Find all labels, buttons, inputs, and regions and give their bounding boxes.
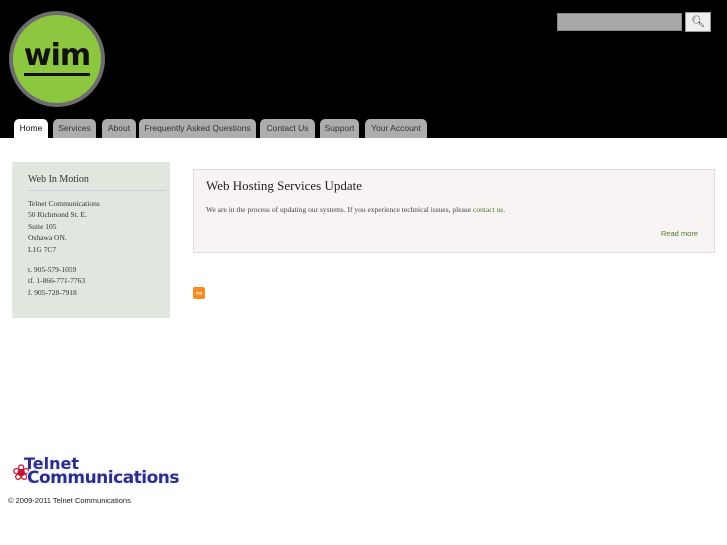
address: Telnet Communications 50 Richmond St. E.… xyxy=(28,198,100,298)
tab-contact-us[interactable]: Contact Us xyxy=(260,119,315,138)
tab-support[interactable]: Support xyxy=(320,119,359,138)
address-line: Oshawa ON. xyxy=(28,233,67,243)
fax-line: f. 905-728-7918 xyxy=(28,287,77,297)
divider xyxy=(28,190,166,191)
logo-line2: Communications xyxy=(27,468,180,488)
address-line: Suite 105 xyxy=(28,221,57,231)
article-body: We are in the process of updating our sy… xyxy=(206,205,505,214)
address-line: L1G 7C7 xyxy=(28,244,57,254)
tollfree-line: tf. 1-866-771-7763 xyxy=(28,276,86,286)
copyright: © 2009-2011 Telnet Communications xyxy=(8,496,131,505)
read-more-link[interactable]: Read more xyxy=(661,229,698,238)
search-icon: 🔍︎ xyxy=(691,16,705,28)
body-text: We are in the process of updating our sy… xyxy=(206,205,474,214)
tab-faq[interactable]: Frequently Asked Questions xyxy=(139,119,256,138)
body-punct: . xyxy=(503,205,506,214)
address-line: Telnet Communications xyxy=(28,199,100,208)
search-button[interactable]: 🔍︎ xyxy=(685,12,711,32)
header: wim 🔍︎ Home Services About Frequently As… xyxy=(0,0,727,138)
address-line: 50 Richmond St. E. xyxy=(28,210,87,220)
wim-logo[interactable]: wim xyxy=(9,11,105,107)
article-title: Web Hosting Services Update xyxy=(206,178,362,193)
news-article: Web Hosting Services Update We are in th… xyxy=(193,169,715,253)
rss-feed-icon[interactable]: ∾ xyxy=(193,287,205,299)
tab-services[interactable]: Services xyxy=(53,119,96,138)
tab-home[interactable]: Home xyxy=(14,119,48,138)
telnet-communications-logo: ❀ Telnet Communications xyxy=(10,452,200,492)
tab-about[interactable]: About xyxy=(102,119,136,138)
tab-your-account[interactable]: Your Account xyxy=(365,119,427,138)
logo-text: wim xyxy=(23,38,91,73)
search-input[interactable] xyxy=(557,13,682,31)
phone-line: t. 905-579-1059 xyxy=(28,265,77,275)
contact-us-link[interactable]: contact us xyxy=(473,205,503,214)
sidebar-contact-block: Web In Motion Telnet Communications 50 R… xyxy=(12,162,170,318)
logo-underline xyxy=(24,73,90,76)
sidebar-title: Web In Motion xyxy=(28,174,89,185)
